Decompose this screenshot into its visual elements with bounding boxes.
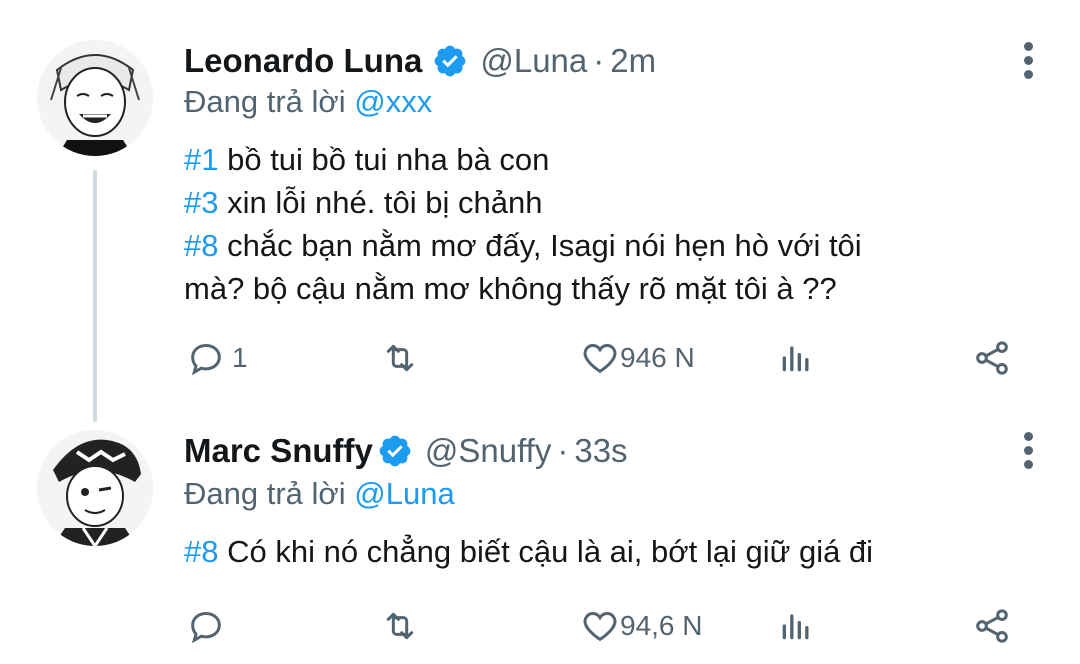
more-vertical-icon[interactable] (1022, 42, 1034, 82)
tweet-leonardo-luna[interactable]: Leonardo Luna @Luna · 2m Đang trả lời @x… (0, 0, 1080, 410)
avatar[interactable] (37, 430, 153, 546)
display-name[interactable]: Marc Snuffy (184, 432, 373, 470)
hashtag[interactable]: #1 (184, 142, 218, 177)
like-count: 94,6 N (620, 610, 703, 641)
text-line: mà? bộ cậu nằm mơ không thấy rõ mặt tôi … (184, 267, 1024, 310)
tweet-header: Marc Snuffy @Snuffy · 33s (184, 432, 628, 470)
hashtag[interactable]: #8 (184, 228, 218, 263)
mention-link[interactable]: @xxx (354, 84, 432, 119)
display-name[interactable]: Leonardo Luna (184, 42, 422, 80)
text-line: #1 bồ tui bồ tui nha bà con (184, 138, 1024, 181)
text-content: xin lỗi nhé. tôi bị chảnh (218, 185, 543, 220)
tweet-text: #8 Có khi nó chẳng biết cậu là ai, bớt l… (184, 530, 1024, 573)
hashtag[interactable]: #8 (184, 534, 218, 569)
reply-icon (191, 611, 221, 644)
text-content: Có khi nó chẳng biết cậu là ai, bớt lại … (218, 534, 874, 569)
share-icon (976, 609, 1008, 643)
user-handle[interactable]: @Snuffy (425, 432, 551, 470)
share-icon (976, 341, 1008, 375)
like-button[interactable]: 946 N (580, 338, 695, 378)
retweet-button[interactable] (380, 606, 426, 646)
user-handle[interactable]: @Luna (480, 42, 587, 80)
heart-icon (583, 343, 617, 374)
hashtag[interactable]: #3 (184, 185, 218, 220)
separator-dot: · (557, 432, 569, 469)
share-button[interactable] (972, 338, 1012, 378)
reply-icon (191, 343, 221, 376)
text-line: #3 xin lỗi nhé. tôi bị chảnh (184, 181, 1024, 224)
verified-badge-icon (379, 435, 411, 467)
replying-to-label: Đang trả lời (184, 476, 346, 511)
like-button[interactable]: 94,6 N (580, 606, 703, 646)
analytics-button[interactable] (776, 338, 816, 378)
reply-count: 1 (232, 342, 248, 373)
retweet-button[interactable] (380, 338, 426, 378)
analytics-icon (782, 614, 809, 640)
analytics-button[interactable] (776, 606, 816, 646)
text-content: mà? bộ cậu nằm mơ không thấy rõ mặt tôi … (184, 271, 837, 306)
text-line: #8 Có khi nó chẳng biết cậu là ai, bớt l… (184, 530, 1024, 573)
mention-link[interactable]: @Luna (354, 476, 454, 511)
timestamp[interactable]: 33s (574, 432, 627, 470)
text-line: #8 chắc bạn nằm mơ đấy, Isagi nói hẹn hò… (184, 224, 1024, 267)
heart-icon (583, 611, 617, 642)
analytics-icon (782, 346, 809, 372)
text-content: bồ tui bồ tui nha bà con (218, 142, 550, 177)
reply-button[interactable] (186, 606, 232, 646)
avatar[interactable] (37, 40, 153, 156)
tweet-header: Leonardo Luna @Luna · 2m (184, 42, 656, 80)
verified-badge-icon (434, 45, 466, 77)
retweet-icon (386, 344, 414, 372)
replying-to: Đang trả lời @xxx (184, 84, 432, 120)
share-button[interactable] (972, 606, 1012, 646)
separator-dot: · (593, 42, 605, 79)
retweet-icon (386, 612, 414, 640)
replying-to-label: Đang trả lời (184, 84, 346, 119)
tweet-actions: 1 946 N (184, 338, 1034, 382)
more-vertical-icon[interactable] (1022, 432, 1034, 472)
tweet-text: #1 bồ tui bồ tui nha bà con #3 xin lỗi n… (184, 138, 1024, 310)
text-content: chắc bạn nằm mơ đấy, Isagi nói hẹn hò vớ… (218, 228, 862, 263)
replying-to: Đang trả lời @Luna (184, 476, 455, 512)
timestamp[interactable]: 2m (610, 42, 656, 80)
tweet-marc-snuffy[interactable]: Marc Snuffy @Snuffy · 33s Đang trả lời @… (0, 410, 1080, 664)
tweet-actions: 94,6 N (184, 606, 1034, 650)
like-count: 946 N (620, 342, 695, 373)
reply-button[interactable]: 1 (186, 338, 248, 378)
